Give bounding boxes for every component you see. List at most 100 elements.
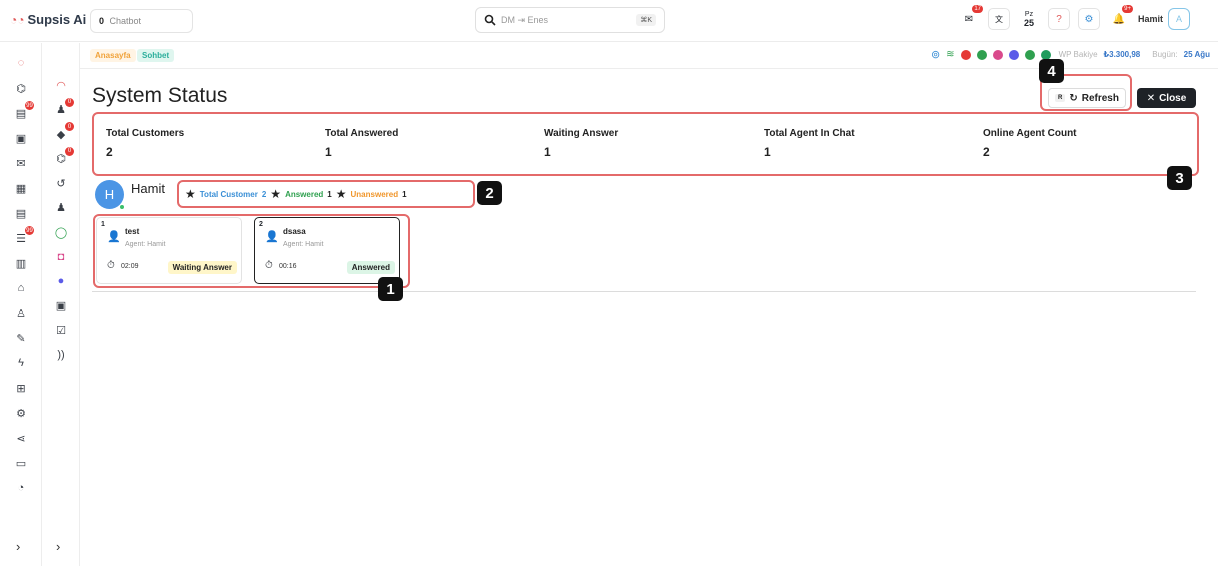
- search-shortcut: ⌘K: [636, 14, 656, 26]
- wp-balance-value: ₺3.300,98: [1103, 50, 1141, 59]
- user-plus-icon: ♟: [56, 104, 66, 116]
- chatbot-count: 0: [99, 16, 105, 26]
- mail-badge: 17: [972, 5, 983, 13]
- app-name: Supsis Ai: [27, 12, 87, 27]
- instagram-icon: ◘: [57, 250, 65, 263]
- notifications-button[interactable]: 🔔 9+: [1108, 5, 1133, 30]
- sidebar-item-rss[interactable]: )): [53, 347, 69, 363]
- bell-icon: 🔔: [1112, 13, 1126, 25]
- settings-button[interactable]: ⚙: [1078, 8, 1100, 30]
- expand-chevron-icon[interactable]: ›: [16, 539, 20, 554]
- section-divider: [92, 291, 1196, 292]
- callout-frame-2: [177, 180, 475, 208]
- tag-icon: ◆: [56, 128, 66, 141]
- sidebar-item-chat-bubbles[interactable]: ▤ 99: [13, 101, 34, 121]
- translate-button[interactable]: 文: [988, 8, 1010, 30]
- sidebar-item-bolt[interactable]: ϟ: [13, 355, 29, 371]
- headset-channel-icon[interactable]: [1040, 49, 1051, 60]
- gear-icon: ⚙: [1084, 13, 1094, 25]
- sidebar-item-apps-grid[interactable]: ⊞: [13, 380, 29, 396]
- chat-bubbles-icon: ▤: [15, 107, 27, 120]
- sidebar-item-calendar-check[interactable]: ☑: [53, 322, 69, 338]
- tasks-icon: ☰: [16, 232, 26, 245]
- sidebar-item-payment[interactable]: ▭: [13, 455, 29, 471]
- document-icon: ▤: [15, 207, 27, 220]
- settings-icon: ⚙: [16, 407, 26, 420]
- mail-button[interactable]: ✉ 17: [958, 5, 983, 30]
- robot-badge-icon: ⌬: [56, 153, 66, 165]
- bell-badge: 9+: [1122, 5, 1133, 13]
- sidebar-item-settings[interactable]: ⚙: [13, 405, 29, 421]
- sidebar-item-id-card[interactable]: ▣: [13, 130, 29, 146]
- notification-badge: 0: [65, 122, 74, 131]
- user-name[interactable]: Hamit: [1138, 14, 1163, 24]
- sidebar-item-robot-badge[interactable]: ⌬ 0: [53, 146, 74, 167]
- bolt-icon: ϟ: [18, 357, 24, 369]
- close-button[interactable]: ✕ Close: [1137, 88, 1196, 108]
- breadcrumb-chat[interactable]: Sohbet: [137, 49, 175, 62]
- sidebar-item-headset[interactable]: ◠: [53, 77, 69, 93]
- edit-icon: ✎: [16, 332, 26, 345]
- translate-icon: 文: [995, 14, 1003, 24]
- envelope-icon: ✉: [16, 157, 26, 170]
- sidebar-item-tag[interactable]: ◆ 0: [53, 122, 74, 142]
- whatsapp-icon[interactable]: [976, 49, 987, 60]
- calendar-icon: ▦: [15, 182, 27, 195]
- inbox-icon: ⌂: [17, 282, 25, 294]
- sidebar-item-user-settings[interactable]: ♟: [53, 200, 69, 216]
- sidebar-item-calendar-small[interactable]: ▣: [53, 298, 69, 314]
- today-label: Bugün:: [1152, 50, 1178, 59]
- sidebar-item-edit[interactable]: ✎: [13, 330, 29, 346]
- headset-icon: ◠: [56, 79, 66, 92]
- wp-balance-label: WP Bakiye: [1058, 50, 1098, 59]
- callout-number-1: 1: [378, 277, 403, 301]
- help-button[interactable]: ?: [1048, 8, 1070, 30]
- sidebar-item-user-plus[interactable]: ♟ 0: [53, 97, 74, 118]
- app-logo[interactable]: ◔◔ Supsis Ai: [10, 12, 86, 27]
- sidebar-item-tasks[interactable]: ☰ 99: [13, 226, 34, 246]
- sidebar-item-logo-mark[interactable]: ◌: [13, 55, 29, 71]
- apps-grid-icon: ⊞: [16, 382, 26, 395]
- expand-chevron-icon[interactable]: ›: [56, 539, 60, 554]
- sidebar-item-robot[interactable]: ⌬: [13, 80, 29, 96]
- robot-status-icon[interactable]: ⊚: [931, 48, 940, 61]
- sidebar-item-instagram[interactable]: ◘: [53, 249, 69, 265]
- sidebar-item-history[interactable]: ↺: [53, 175, 69, 191]
- calendar-button[interactable]: Pz 25: [1018, 8, 1040, 30]
- callout-number-4: 4: [1039, 59, 1064, 83]
- breadcrumb-home[interactable]: Anasayfa: [90, 49, 136, 62]
- sidebar-item-inbox[interactable]: ⌂: [13, 280, 29, 296]
- sidebar-item-contacts[interactable]: ♙: [13, 305, 29, 321]
- logo-mark-icon: ◌: [17, 57, 25, 69]
- rss-icon: )): [57, 348, 65, 361]
- primary-sidebar: ◌ ⌬ ▤ 99 ▣ ✉ ▦ ▤ ☰ 99 ▥ ⌂ ♙ ✎ ϟ ⊞ ⚙ ⋖ ▭ ◔ ›: [0, 43, 42, 566]
- user-settings-icon: ♟: [56, 202, 66, 214]
- sidebar-item-whatsapp[interactable]: ◯: [53, 224, 69, 240]
- today-value: 25 Ağu: [1183, 50, 1210, 59]
- kanban-icon: ▥: [15, 257, 27, 270]
- sidebar-item-messenger[interactable]: ●: [53, 273, 69, 289]
- sidebar-item-pie-chart[interactable]: ◔: [13, 480, 29, 496]
- sidebar-item-share[interactable]: ⋖: [13, 430, 29, 446]
- top-bar: ◔◔ Supsis Ai 0 Chatbot DM ⇥ Enes ⌘K ✉ 17…: [0, 0, 1218, 42]
- callout-number-3: 3: [1167, 166, 1192, 190]
- callout-frame-1: [93, 214, 410, 288]
- sidebar-item-kanban[interactable]: ▥: [13, 255, 29, 271]
- messenger-icon: ●: [57, 275, 65, 287]
- pie-chart-icon: ◔: [17, 482, 25, 494]
- online-indicator: [119, 204, 125, 210]
- avatar[interactable]: A: [1168, 8, 1191, 30]
- chatbot-selector[interactable]: 0 Chatbot: [90, 9, 193, 33]
- instagram-icon[interactable]: [992, 49, 1003, 60]
- telegram-icon[interactable]: [960, 49, 971, 60]
- messenger-icon[interactable]: [1008, 49, 1019, 60]
- chat-channel-icon[interactable]: [1024, 49, 1035, 60]
- history-icon: ↺: [56, 177, 66, 190]
- search-input[interactable]: DM ⇥ Enes ⌘K: [475, 7, 665, 33]
- channel-status: ⊚ ≋ WP Bakiye ₺3.300,98 Bugün: 25 Ağu: [931, 48, 1210, 61]
- sidebar-item-calendar[interactable]: ▦: [13, 180, 29, 196]
- callout-number-2: 2: [477, 181, 502, 205]
- sidebar-item-document[interactable]: ▤: [13, 205, 29, 221]
- robot-icon: ⌬: [16, 82, 26, 95]
- sidebar-item-envelope[interactable]: ✉: [13, 155, 29, 171]
